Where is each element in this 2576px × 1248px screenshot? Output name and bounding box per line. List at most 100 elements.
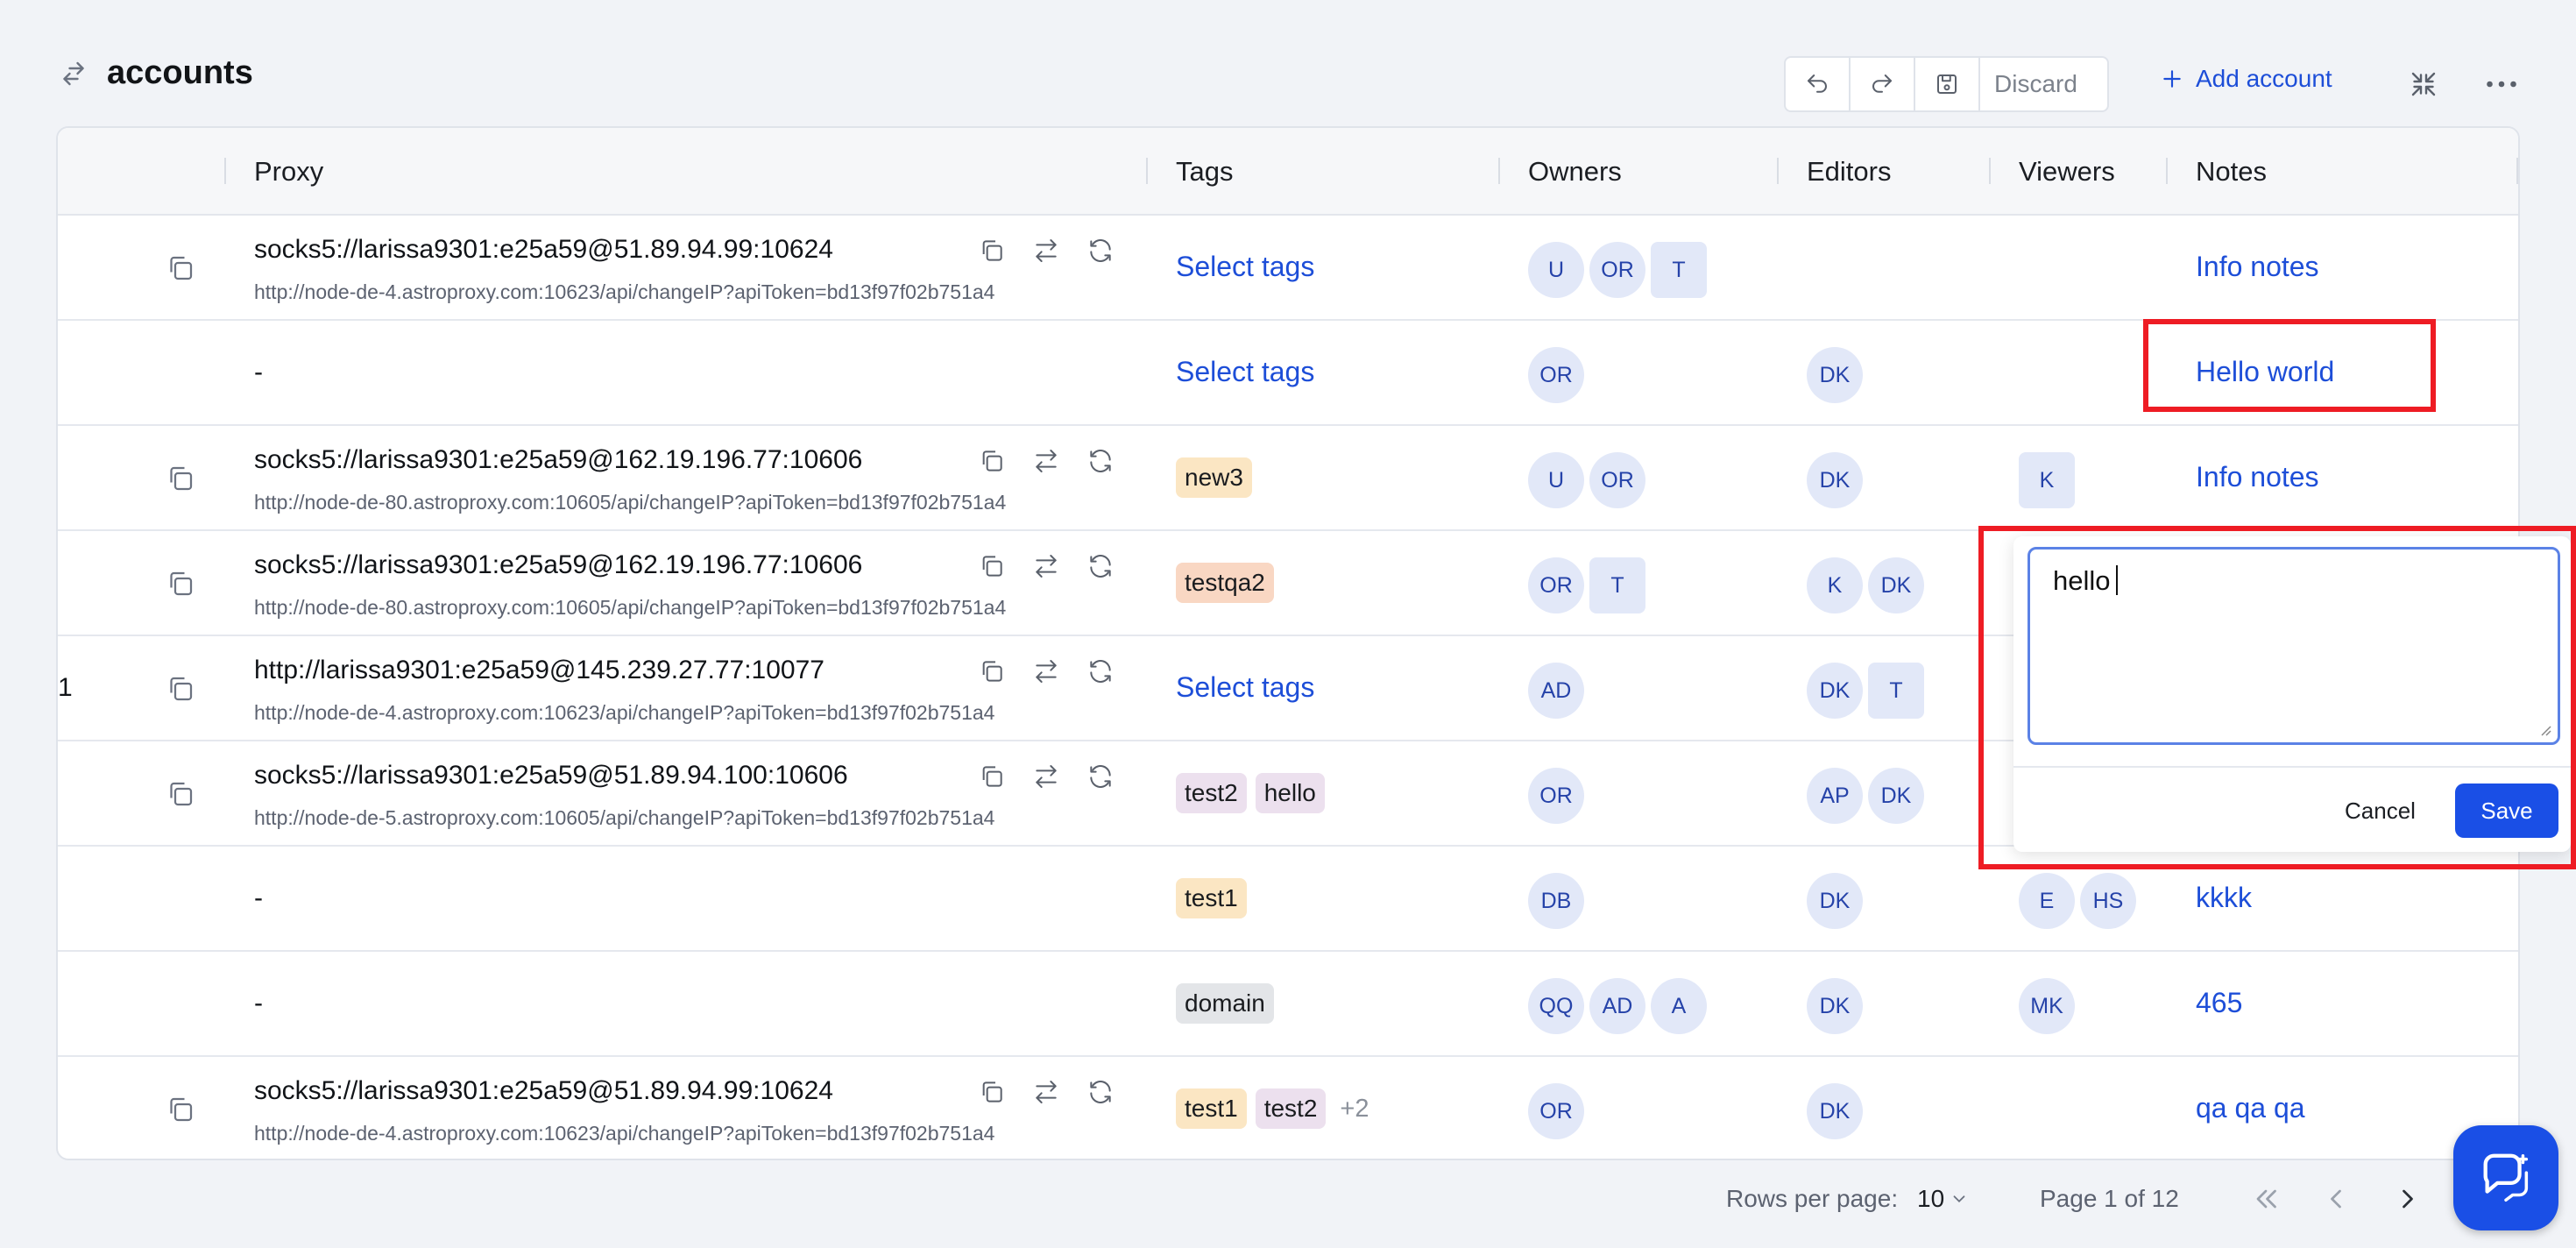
editors-cell[interactable]: DK (1807, 347, 1863, 403)
table-row[interactable]: socks5://larissa9301:e25a59@51.89.94.99:… (58, 216, 2518, 321)
column-header-viewers[interactable]: Viewers (2019, 156, 2115, 188)
avatar[interactable]: OR (1589, 452, 1645, 508)
editors-cell[interactable]: DK (1807, 1083, 1863, 1139)
avatar[interactable]: DK (1807, 347, 1863, 403)
save-disk-button[interactable] (1915, 58, 1980, 110)
table-row[interactable]: socks5://larissa9301:e25a59@162.19.196.7… (58, 426, 2518, 531)
owners-cell[interactable]: DB (1528, 873, 1584, 929)
avatar[interactable]: E (2019, 873, 2075, 929)
tags-cell[interactable]: test2 hello (1176, 773, 1325, 813)
notes-link[interactable]: Info notes (2196, 251, 2319, 283)
swap-icon[interactable] (1032, 762, 1060, 791)
avatar[interactable]: OR (1528, 1083, 1584, 1139)
tag-badge[interactable]: test1 (1176, 878, 1247, 918)
copy-row-icon[interactable] (165, 568, 196, 599)
support-chat-button[interactable] (2453, 1125, 2558, 1230)
avatar[interactable]: OR (1589, 242, 1645, 298)
avatar[interactable]: AD (1528, 663, 1584, 719)
copy-proxy-icon[interactable] (978, 762, 1006, 791)
avatar[interactable]: DK (1807, 1083, 1863, 1139)
editors-cell[interactable]: DK (1807, 978, 1863, 1034)
more-tags-count[interactable]: +2 (1340, 1095, 1369, 1124)
notes-link[interactable]: Hello world (2196, 356, 2334, 388)
copy-proxy-icon[interactable] (978, 237, 1006, 265)
editors-cell[interactable]: DK (1807, 452, 1863, 508)
swap-icon[interactable] (1032, 1078, 1060, 1106)
refresh-icon[interactable] (1086, 552, 1115, 580)
avatar[interactable]: HS (2080, 873, 2136, 929)
column-separator[interactable] (2166, 158, 2168, 184)
column-header-notes[interactable]: Notes (2196, 156, 2267, 188)
owners-cell[interactable]: OR (1528, 1083, 1584, 1139)
rows-per-page-select[interactable]: 10 (1917, 1185, 1969, 1213)
owners-cell[interactable]: U OR T (1528, 242, 1707, 298)
refresh-icon[interactable] (1086, 762, 1115, 791)
notes-link[interactable]: qa qa qa (2196, 1092, 2305, 1124)
table-row[interactable]: - domain QQ AD A DK MK 465 (58, 952, 2518, 1057)
copy-row-icon[interactable] (165, 252, 196, 284)
tags-cell[interactable]: testqa2 (1176, 563, 1274, 603)
notes-link[interactable]: kkkk (2196, 882, 2252, 914)
avatar[interactable]: MK (2019, 978, 2075, 1034)
column-separator[interactable] (1498, 158, 1500, 184)
editors-cell[interactable]: K DK (1807, 557, 1924, 613)
swap-icon[interactable] (1032, 552, 1060, 580)
swap-icon[interactable] (1032, 447, 1060, 475)
editors-cell[interactable]: DK T (1807, 663, 1924, 719)
copy-row-icon[interactable] (165, 673, 196, 705)
avatar[interactable]: K (1807, 557, 1863, 613)
column-separator[interactable] (1777, 158, 1779, 184)
tag-badge[interactable]: testqa2 (1176, 563, 1274, 603)
column-header-owners[interactable]: Owners (1528, 156, 1622, 188)
avatar[interactable]: U (1528, 452, 1584, 508)
table-row[interactable]: - Select tags OR DK Hello world (58, 321, 2518, 426)
select-tags-link[interactable]: Select tags (1176, 356, 1314, 388)
copy-row-icon[interactable] (165, 1094, 196, 1125)
refresh-icon[interactable] (1086, 447, 1115, 475)
table-row[interactable]: socks5://larissa9301:e25a59@51.89.94.99:… (58, 1057, 2518, 1159)
avatar[interactable]: A (1651, 978, 1707, 1034)
column-separator[interactable] (1146, 158, 1148, 184)
avatar[interactable]: OR (1528, 768, 1584, 824)
avatar[interactable]: OR (1528, 557, 1584, 613)
copy-proxy-icon[interactable] (978, 657, 1006, 685)
previous-page-icon[interactable] (2318, 1183, 2353, 1215)
copy-proxy-icon[interactable] (978, 1078, 1006, 1106)
table-row[interactable]: - test1 DB DK E HS kkkk (58, 847, 2518, 952)
avatar[interactable]: DK (1807, 663, 1863, 719)
viewers-cell[interactable]: MK (2019, 978, 2075, 1034)
column-separator[interactable] (2516, 158, 2518, 184)
avatar[interactable]: DB (1528, 873, 1584, 929)
copy-row-icon[interactable] (165, 778, 196, 810)
column-header-tags[interactable]: Tags (1176, 156, 1233, 188)
avatar[interactable]: U (1528, 242, 1584, 298)
select-tags-link[interactable]: Select tags (1176, 671, 1314, 704)
redo-button[interactable] (1851, 58, 1915, 110)
avatar[interactable]: DK (1807, 978, 1863, 1034)
tag-badge[interactable]: new3 (1176, 457, 1252, 498)
select-tags-link[interactable]: Select tags (1176, 251, 1314, 283)
column-separator[interactable] (224, 158, 226, 184)
owners-cell[interactable]: OR (1528, 768, 1584, 824)
copy-proxy-icon[interactable] (978, 552, 1006, 580)
notes-link[interactable]: Info notes (2196, 461, 2319, 493)
swap-icon[interactable] (1032, 657, 1060, 685)
avatar[interactable]: AP (1807, 768, 1863, 824)
tag-badge[interactable]: test2 (1176, 773, 1247, 813)
tag-badge[interactable]: hello (1255, 773, 1325, 813)
avatar[interactable]: DK (1868, 768, 1924, 824)
owners-cell[interactable]: QQ AD A (1528, 978, 1707, 1034)
avatar[interactable]: AD (1589, 978, 1645, 1034)
refresh-icon[interactable] (1086, 237, 1115, 265)
editors-cell[interactable]: AP DK (1807, 768, 1924, 824)
tags-cell[interactable]: test1 (1176, 878, 1247, 918)
avatar[interactable]: T (1589, 557, 1645, 613)
owners-cell[interactable]: OR T (1528, 557, 1645, 613)
note-textarea[interactable]: hello (2028, 547, 2560, 745)
cancel-button[interactable]: Cancel (2345, 798, 2416, 825)
avatar[interactable]: K (2019, 452, 2075, 508)
discard-button[interactable]: Discard (1980, 58, 2107, 110)
column-header-editors[interactable]: Editors (1807, 156, 1891, 188)
copy-row-icon[interactable] (165, 463, 196, 494)
resize-handle-icon[interactable] (2535, 720, 2552, 737)
